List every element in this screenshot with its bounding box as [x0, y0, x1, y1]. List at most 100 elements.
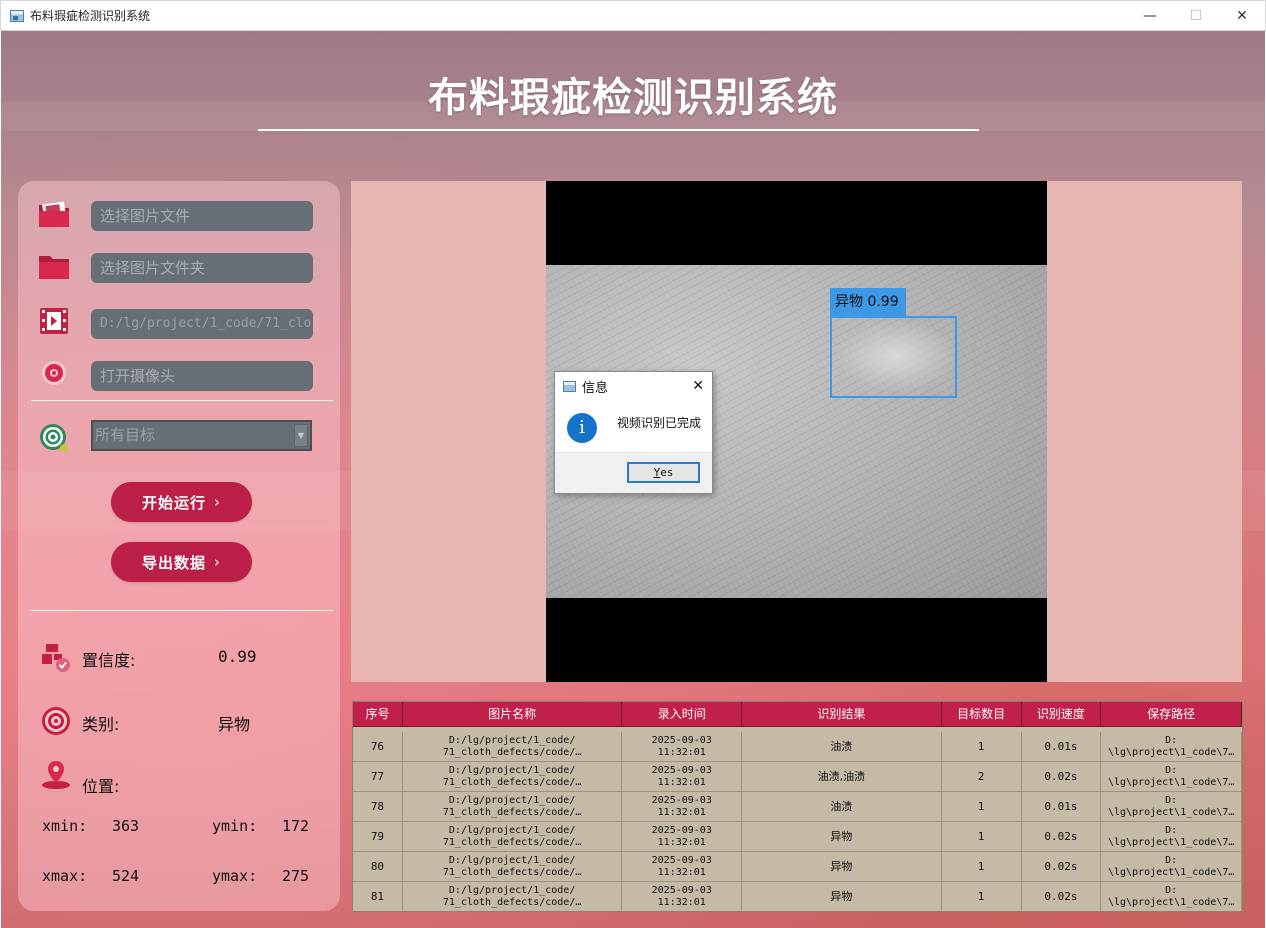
app-window-icon — [10, 9, 24, 22]
xmin-value: 363 — [112, 817, 140, 835]
ymin-value: 172 — [282, 817, 310, 835]
class-label: 类别: — [82, 715, 120, 734]
table-row[interactable]: 77 D:/lg/project/1_code/ 71_cloth_defect… — [353, 762, 1242, 792]
dialog-close-icon[interactable]: ✕ — [692, 378, 704, 394]
image-file-icon[interactable] — [36, 199, 72, 231]
cell-result: 油渍,油渍 — [742, 762, 942, 792]
video-file-icon[interactable] — [36, 305, 72, 337]
cell-id: 78 — [353, 792, 403, 822]
folder-icon[interactable] — [36, 251, 72, 283]
start-button[interactable]: 开始运行 › — [111, 482, 252, 522]
column-header[interactable]: 录入时间 — [622, 702, 743, 727]
table-row[interactable]: 78 D:/lg/project/1_code/ 71_cloth_defect… — [353, 792, 1242, 822]
cell-id: 79 — [353, 822, 403, 852]
location-pin-icon — [38, 759, 74, 791]
cell-id: 76 — [353, 732, 403, 762]
maximize-button: ☐ — [1189, 7, 1203, 24]
column-header[interactable]: 保存路径 — [1101, 702, 1242, 727]
ymax-value: 275 — [282, 867, 310, 885]
target-icon — [36, 422, 72, 454]
ymin-label: ymin: — [212, 817, 258, 835]
cell-count: 1 — [942, 882, 1022, 911]
target-select-value: 所有目标 — [95, 426, 156, 444]
title-underline — [258, 129, 979, 131]
cell-speed: 0.01s — [1021, 792, 1102, 822]
cell-count: 1 — [941, 852, 1022, 882]
cell-speed: 0.01s — [1021, 732, 1102, 762]
cell-time: 2025-09-03 11:32:01 — [622, 882, 743, 911]
detection-label: 异物 0.99 — [830, 288, 906, 316]
cell-save-path: D: \lg\project\1_code\7… — [1101, 882, 1242, 911]
column-header[interactable]: 识别速度 — [1021, 702, 1102, 727]
cell-result: 油渍 — [742, 792, 942, 822]
cell-speed: 0.02s — [1021, 762, 1102, 792]
target-select[interactable]: 所有目标 ▼ — [91, 420, 312, 451]
export-button[interactable]: 导出数据 › — [111, 542, 252, 582]
cell-count: 2 — [941, 762, 1022, 792]
cell-image-name: D:/lg/project/1_code/ 71_cloth_defects/c… — [402, 762, 623, 792]
cell-image-name: D:/lg/project/1_code/ 71_cloth_defects/c… — [403, 882, 623, 911]
position-label: 位置: — [82, 777, 120, 796]
results-table[interactable]: 序号 图片名称 录入时间 识别结果 目标数目 识别速度 保存路径 76 D:/l… — [352, 701, 1243, 912]
table-row[interactable]: 80 D:/lg/project/1_code/ 71_cloth_defect… — [353, 852, 1242, 882]
image-file-input[interactable]: 选择图片文件 — [91, 201, 313, 231]
class-value: 异物 — [218, 715, 251, 734]
xmin-label: xmin: — [42, 817, 88, 835]
cell-result: 油渍 — [742, 732, 942, 762]
control-panel: 选择图片文件 选择图片文件夹 D:/lg/project/1_code/71_c… — [18, 181, 340, 911]
column-header[interactable]: 识别结果 — [742, 702, 942, 727]
dialog-title: 信息 — [582, 380, 609, 396]
xmax-value: 524 — [112, 867, 140, 885]
table-row[interactable]: 76 D:/lg/project/1_code/ 71_cloth_defect… — [353, 732, 1242, 762]
camera-input[interactable]: 打开摄像头 — [91, 361, 313, 391]
export-button-label: 导出数据 — [141, 553, 206, 572]
xmax-label: xmax: — [42, 867, 88, 885]
cell-result: 异物 — [742, 852, 942, 882]
cell-count: 1 — [941, 822, 1022, 852]
close-button[interactable]: ✕ — [1219, 1, 1265, 30]
detection-box — [830, 316, 957, 398]
cell-time: 2025-09-03 11:32:01 — [622, 792, 743, 822]
cell-save-path: D: \lg\project\1_code\7… — [1101, 792, 1242, 822]
cell-speed: 0.02s — [1021, 822, 1102, 852]
start-button-label: 开始运行 — [141, 493, 206, 512]
cell-count: 1 — [941, 792, 1022, 822]
page-title: 布料瑕疵检测识别系统 — [428, 75, 838, 121]
video-file-input[interactable]: D:/lg/project/1_code/71_clo — [91, 309, 313, 339]
panel-divider — [31, 610, 333, 611]
cell-speed: 0.02s — [1022, 882, 1102, 911]
cell-image-name: D:/lg/project/1_code/ 71_cloth_defects/c… — [402, 822, 623, 852]
minimize-button[interactable]: — — [1127, 1, 1173, 30]
cell-id: 81 — [353, 882, 403, 911]
class-icon — [38, 705, 74, 737]
cell-image-name: D:/lg/project/1_code/ 71_cloth_defects/c… — [402, 852, 623, 882]
chevron-down-icon[interactable]: ▼ — [294, 424, 308, 447]
image-folder-input[interactable]: 选择图片文件夹 — [91, 253, 313, 283]
image-display-area: 异物 0.99 — [351, 181, 1242, 682]
cell-id: 80 — [353, 852, 403, 882]
cell-save-path: D: \lg\project\1_code\7… — [1101, 732, 1242, 762]
column-header[interactable]: 目标数目 — [941, 702, 1022, 727]
table-row[interactable]: 81 D:/lg/project/1_code/ 71_cloth_defect… — [353, 882, 1242, 911]
confidence-label: 置信度: — [82, 651, 136, 670]
cell-count: 1 — [941, 732, 1022, 762]
column-header[interactable]: 序号 — [353, 702, 403, 727]
ymax-label: ymax: — [212, 867, 258, 885]
yes-button[interactable]: Yes — [627, 462, 700, 483]
table-row[interactable]: 79 D:/lg/project/1_code/ 71_cloth_defect… — [353, 822, 1242, 852]
cell-save-path: D: \lg\project\1_code\7… — [1101, 852, 1242, 882]
dialog-message: 视频识别已完成 — [617, 416, 702, 430]
cell-time: 2025-09-03 11:32:01 — [622, 762, 743, 792]
chevron-right-icon: › — [214, 493, 221, 511]
cell-save-path: D: \lg\project\1_code\7… — [1101, 762, 1242, 792]
cell-result: 异物 — [742, 822, 942, 852]
cell-image-name: D:/lg/project/1_code/ 71_cloth_defects/c… — [402, 792, 623, 822]
cell-time: 2025-09-03 11:32:01 — [622, 852, 743, 882]
cell-time: 2025-09-03 11:32:01 — [622, 822, 743, 852]
column-header[interactable]: 图片名称 — [402, 702, 623, 727]
cell-speed: 0.02s — [1021, 852, 1102, 882]
panel-divider — [31, 400, 333, 401]
camera-icon[interactable] — [36, 357, 72, 389]
confidence-icon — [38, 642, 74, 674]
window-title: 布料瑕疵检测识别系统 — [30, 9, 151, 23]
